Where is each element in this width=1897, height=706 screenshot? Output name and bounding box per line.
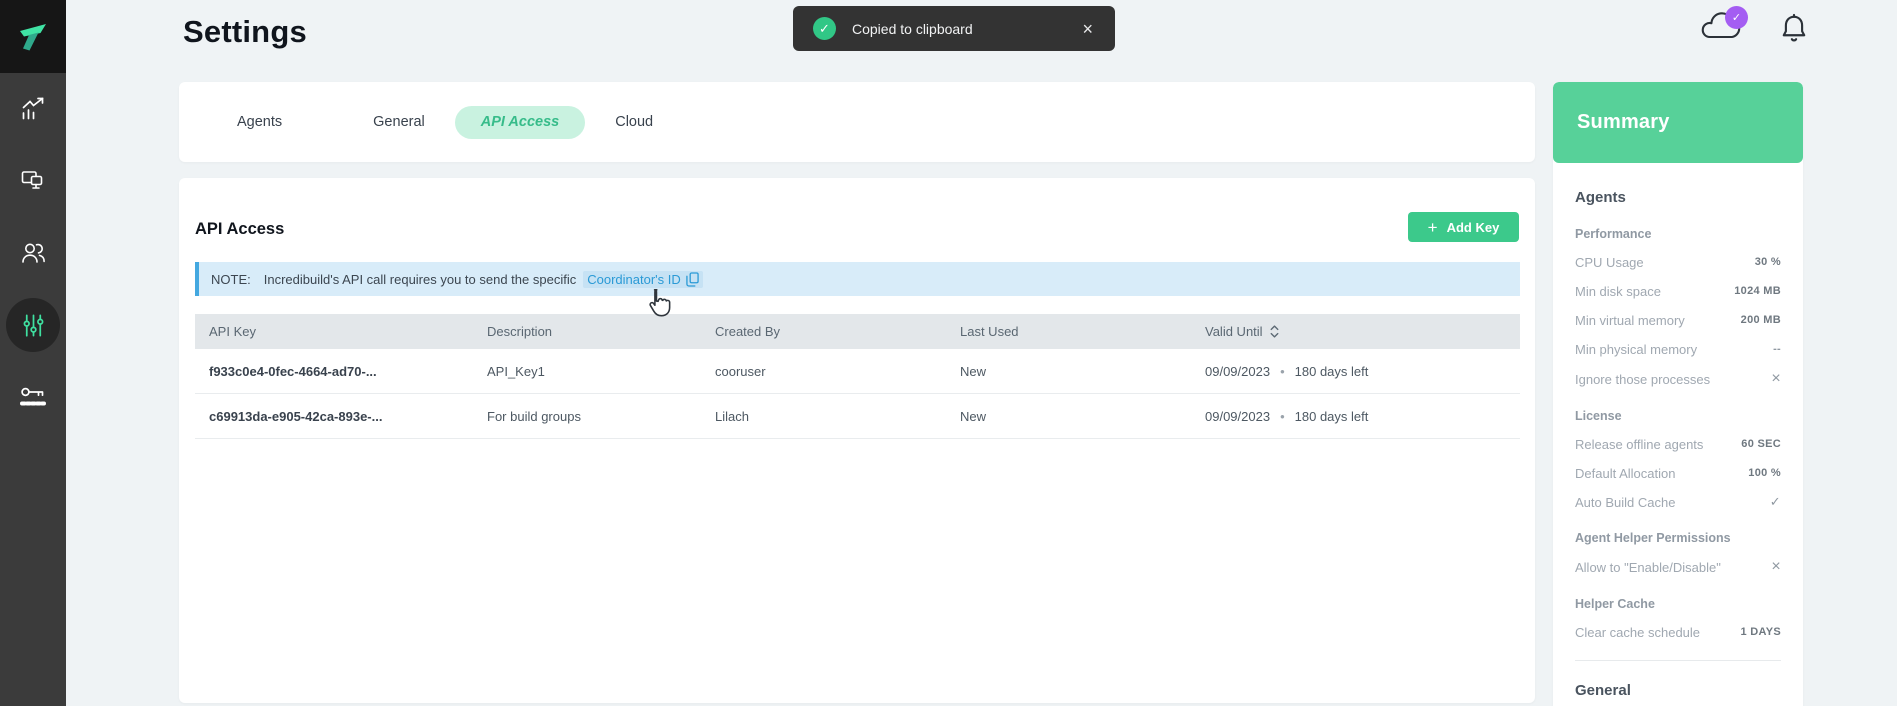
active-item-highlight — [6, 298, 60, 352]
col-last-used: Last Used — [960, 324, 1205, 339]
summary-heading-general: General — [1575, 682, 1781, 699]
builds-icon — [19, 167, 47, 195]
col-valid-until-sort[interactable]: Valid Until — [1205, 324, 1520, 339]
valid-until-value: 09/09/2023 • 180 days left — [1205, 364, 1520, 379]
tab-general[interactable]: General — [373, 114, 425, 130]
col-api-key: API Key — [209, 324, 487, 339]
summary-sub-helper-cache: Helper Cache — [1575, 597, 1781, 611]
tab-cloud[interactable]: Cloud — [615, 114, 653, 130]
created-by-value: cooruser — [715, 364, 960, 379]
summary-row: Ignore those processes × — [1575, 370, 1781, 388]
settings-sliders-icon — [20, 312, 47, 339]
last-used-value: New — [960, 409, 1205, 424]
valid-until-value: 09/09/2023 • 180 days left — [1205, 409, 1520, 424]
note-text: Incredibuild's API call requires you to … — [264, 272, 576, 287]
summary-divider — [1575, 660, 1781, 661]
summary-row: Min virtual memory 200 MB — [1575, 312, 1781, 328]
add-key-label: Add Key — [1447, 220, 1500, 235]
sidebar — [0, 0, 66, 706]
summary-heading-agents: Agents — [1575, 189, 1781, 206]
x-mark-icon: × — [1771, 370, 1781, 388]
table-header-row: API Key Description Created By Last Used… — [195, 314, 1520, 349]
summary-title: Summary — [1577, 111, 1670, 134]
summary-row: Min disk space 1024 MB — [1575, 283, 1781, 299]
summary-sub-performance: Performance — [1575, 227, 1781, 241]
settings-page: Settings ✓ Copied to clipboard × ✓ Agent… — [0, 0, 1897, 706]
sidebar-item-settings[interactable] — [0, 289, 66, 361]
summary-row: Min physical memory -- — [1575, 341, 1781, 357]
summary-row: CPU Usage 30 % — [1575, 254, 1781, 270]
incredibuild-logo-icon — [15, 19, 51, 55]
summary-row: Default Allocation 100 % — [1575, 465, 1781, 481]
summary-row: Clear cache schedule 1 DAYS — [1575, 624, 1781, 640]
summary-row: Allow to "Enable/Disable" × — [1575, 558, 1781, 576]
dot-separator: • — [1280, 409, 1285, 424]
sidebar-item-builds[interactable] — [0, 145, 66, 217]
license-key-icon — [18, 384, 48, 410]
incredibuild-logo[interactable] — [0, 0, 66, 73]
tab-agents[interactable]: Agents — [237, 114, 282, 130]
note-banner: NOTE: Incredibuild's API call requires y… — [195, 262, 1520, 296]
description-value: For build groups — [487, 409, 715, 424]
bell-icon — [1780, 12, 1808, 44]
analytics-icon — [19, 95, 47, 123]
sidebar-item-analytics[interactable] — [0, 73, 66, 145]
header-actions: ✓ — [1698, 10, 1808, 48]
sort-arrows-icon — [1270, 325, 1279, 338]
col-created-by: Created By — [715, 324, 960, 339]
coordinators-id-link[interactable]: Coordinator's ID — [583, 271, 703, 288]
x-mark-icon: × — [1771, 558, 1781, 576]
col-description: Description — [487, 324, 715, 339]
days-left: 180 days left — [1295, 409, 1369, 424]
copy-icon — [686, 272, 699, 287]
tab-bar: Agents General API Access Cloud — [237, 106, 653, 139]
page-title: Settings — [183, 14, 307, 50]
days-left: 180 days left — [1295, 364, 1369, 379]
api-key-value: f933c0e4-0fec-4664-ad70-... — [209, 364, 487, 379]
api-keys-table: API Key Description Created By Last Used… — [195, 314, 1520, 439]
add-key-button[interactable]: + Add Key — [1408, 212, 1519, 242]
section-title: API Access — [195, 220, 284, 239]
dot-separator: • — [1280, 364, 1285, 379]
settings-tabs-card: Agents General API Access Cloud — [179, 82, 1535, 162]
check-mark-icon: ✓ — [1770, 494, 1781, 510]
toast-message: Copied to clipboard — [852, 21, 1078, 37]
summary-header: Summary — [1553, 82, 1803, 163]
table-row: c69913da-e905-42ca-893e-... For build gr… — [195, 394, 1520, 439]
api-key-value: c69913da-e905-42ca-893e-... — [209, 409, 487, 424]
summary-sub-agent-helper-permissions: Agent Helper Permissions — [1575, 531, 1781, 545]
description-value: API_Key1 — [487, 364, 715, 379]
cloud-status-button[interactable]: ✓ — [1698, 10, 1746, 48]
summary-body: Agents Performance CPU Usage 30 % Min di… — [1553, 163, 1803, 706]
created-by-value: Lilach — [715, 409, 960, 424]
summary-row: Release offline agents 60 SEC — [1575, 436, 1781, 452]
cloud-check-badge: ✓ — [1725, 6, 1748, 29]
toast-check-icon: ✓ — [813, 17, 836, 40]
summary-row: Auto Build Cache ✓ — [1575, 494, 1781, 510]
api-access-card: API Access + Add Key NOTE: Incredibuild'… — [179, 178, 1535, 703]
last-used-value: New — [960, 364, 1205, 379]
plus-icon: + — [1428, 219, 1438, 236]
toast-copied: ✓ Copied to clipboard × — [793, 6, 1115, 51]
table-row: f933c0e4-0fec-4664-ad70-... API_Key1 coo… — [195, 349, 1520, 394]
summary-sub-license: License — [1575, 409, 1781, 423]
toast-close-icon[interactable]: × — [1078, 18, 1097, 40]
sidebar-item-users[interactable] — [0, 217, 66, 289]
note-prefix: NOTE: — [211, 272, 251, 287]
users-icon — [19, 239, 48, 268]
sidebar-item-license[interactable] — [0, 361, 66, 433]
tab-api-access[interactable]: API Access — [455, 106, 585, 139]
summary-panel: Summary Agents Performance CPU Usage 30 … — [1553, 82, 1803, 706]
notifications-button[interactable] — [1780, 12, 1808, 46]
